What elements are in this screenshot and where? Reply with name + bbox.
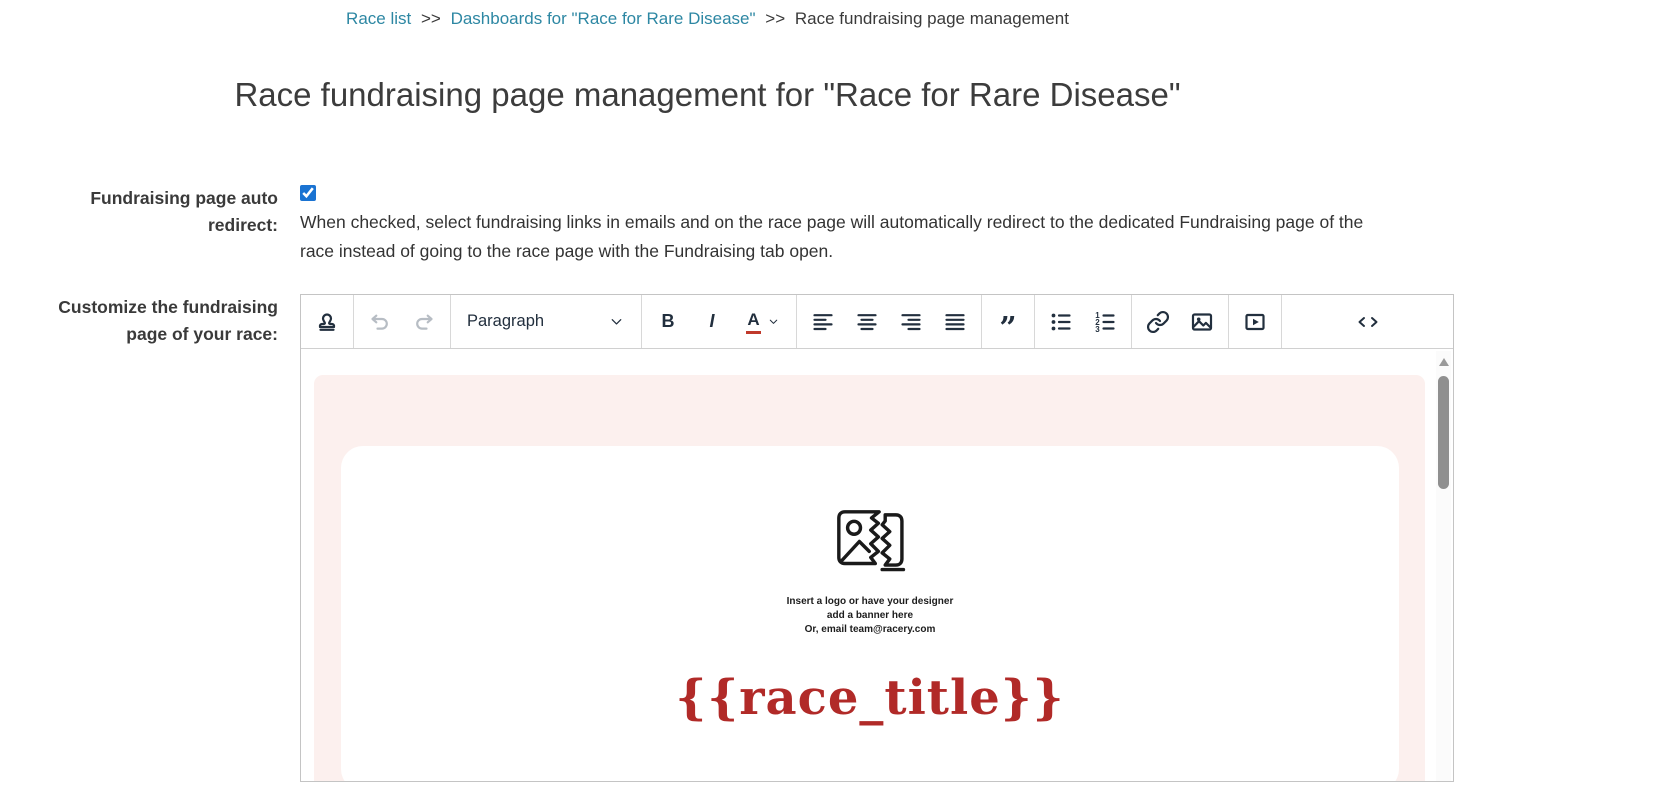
- banner-caption-line: Insert a logo or have your designer: [786, 596, 954, 607]
- page-title: Race fundraising page management for "Ra…: [234, 76, 1181, 113]
- auto-redirect-checkbox[interactable]: [300, 185, 316, 201]
- text-color-swatch: [746, 330, 761, 334]
- text-color-icon: A: [746, 310, 761, 334]
- race-fundraising-form: Fundraising page auto redirect: When che…: [0, 185, 1670, 782]
- blockquote-button[interactable]: ”: [986, 300, 1030, 344]
- toolbar-group-text-style: B I A: [642, 295, 797, 348]
- bullet-list-button[interactable]: [1039, 300, 1083, 344]
- align-center-button[interactable]: [845, 300, 889, 344]
- customize-label: Customize the fundraising page of your r…: [58, 297, 278, 344]
- code-icon: [1358, 316, 1377, 327]
- align-center-icon: [857, 313, 877, 330]
- insert-link-button[interactable]: [1136, 300, 1180, 344]
- image-icon: [1191, 312, 1213, 331]
- italic-button[interactable]: I: [690, 300, 734, 344]
- toolbar-group-blockquote: ”: [982, 295, 1035, 348]
- stamp-icon: [318, 312, 336, 331]
- insert-media-button[interactable]: [1233, 300, 1277, 344]
- toolbar-group-code: [1282, 295, 1453, 348]
- race-title-placeholder: {{race_title}}: [675, 670, 1065, 726]
- breadcrumb-link-dashboards[interactable]: Dashboards for "Race for Rare Disease": [451, 9, 756, 28]
- broken-image-placeholder-icon: [837, 510, 906, 572]
- insert-image-button[interactable]: [1180, 300, 1224, 344]
- merge-tag-stamp-button[interactable]: [305, 300, 349, 344]
- auto-redirect-row: Fundraising page auto redirect: When che…: [56, 185, 1670, 266]
- text-color-button[interactable]: A: [734, 300, 792, 344]
- toolbar-group-insert: [1132, 295, 1229, 348]
- undo-button[interactable]: [358, 300, 402, 344]
- banner-caption: Insert a logo or have your designer add …: [341, 595, 1399, 637]
- numbered-list-button[interactable]: 1 2 3: [1083, 300, 1127, 344]
- banner-caption-line: add a banner here: [826, 610, 914, 621]
- redo-button[interactable]: [402, 300, 446, 344]
- paragraph-format-dropdown[interactable]: Paragraph: [455, 300, 637, 344]
- redo-icon: [416, 314, 433, 330]
- banner-caption-line: Or, email team@racery.com: [804, 624, 936, 635]
- toolbar-group-history: [354, 295, 451, 348]
- fundraising-page-card: Insert a logo or have your designer add …: [341, 446, 1399, 781]
- editor-scrollbar[interactable]: [1436, 351, 1451, 781]
- bullet-list-icon: [1051, 313, 1071, 330]
- customize-row: Customize the fundraising page of your r…: [56, 294, 1670, 782]
- editor-toolbar: Paragraph B I A ” 1 2 3: [301, 295, 1453, 349]
- svg-text:3: 3: [1095, 324, 1100, 333]
- bold-icon: B: [661, 311, 675, 331]
- align-justify-button[interactable]: [933, 300, 977, 344]
- source-code-button[interactable]: [1338, 300, 1398, 344]
- breadcrumb: Race list >> Dashboards for "Race for Ra…: [0, 0, 1415, 29]
- align-left-icon: [813, 313, 833, 330]
- auto-redirect-label: Fundraising page auto redirect:: [90, 188, 278, 235]
- numbered-list-icon: 1 2 3: [1095, 311, 1115, 333]
- link-icon: [1146, 310, 1170, 333]
- scrollbar-thumb[interactable]: [1438, 376, 1449, 489]
- toolbar-group-media: [1229, 295, 1282, 348]
- toolbar-group-merge-tag: [301, 295, 354, 348]
- undo-icon: [371, 314, 388, 330]
- bold-button[interactable]: B: [646, 300, 690, 344]
- scrollbar-up-arrow-icon[interactable]: [1438, 358, 1449, 366]
- editor-content-area[interactable]: Insert a logo or have your designer add …: [301, 349, 1453, 781]
- toolbar-group-lists: 1 2 3: [1035, 295, 1132, 348]
- chevron-down-icon: [611, 319, 622, 325]
- paragraph-format-value: Paragraph: [467, 312, 545, 330]
- breadcrumb-current-page: Race fundraising page management: [794, 9, 1069, 28]
- align-justify-icon: [945, 313, 965, 330]
- blockquote-icon: ”: [999, 310, 1017, 346]
- breadcrumb-link-race-list[interactable]: Race list: [346, 9, 411, 28]
- breadcrumb-separator: >>: [420, 9, 441, 28]
- align-right-icon: [901, 313, 921, 330]
- auto-redirect-help-text: When checked, select fundraising links i…: [300, 212, 1364, 261]
- italic-icon: I: [709, 311, 715, 331]
- toolbar-group-format: Paragraph: [451, 295, 642, 348]
- align-right-button[interactable]: [889, 300, 933, 344]
- rich-text-editor: Paragraph B I A ” 1 2 3 Insert a logo or…: [300, 294, 1454, 782]
- media-play-icon: [1245, 313, 1265, 330]
- toolbar-group-align: [797, 295, 982, 348]
- align-left-button[interactable]: [801, 300, 845, 344]
- chevron-down-icon: [769, 319, 778, 324]
- fundraising-page-preview: Insert a logo or have your designer add …: [314, 375, 1425, 781]
- breadcrumb-separator: >>: [765, 9, 786, 28]
